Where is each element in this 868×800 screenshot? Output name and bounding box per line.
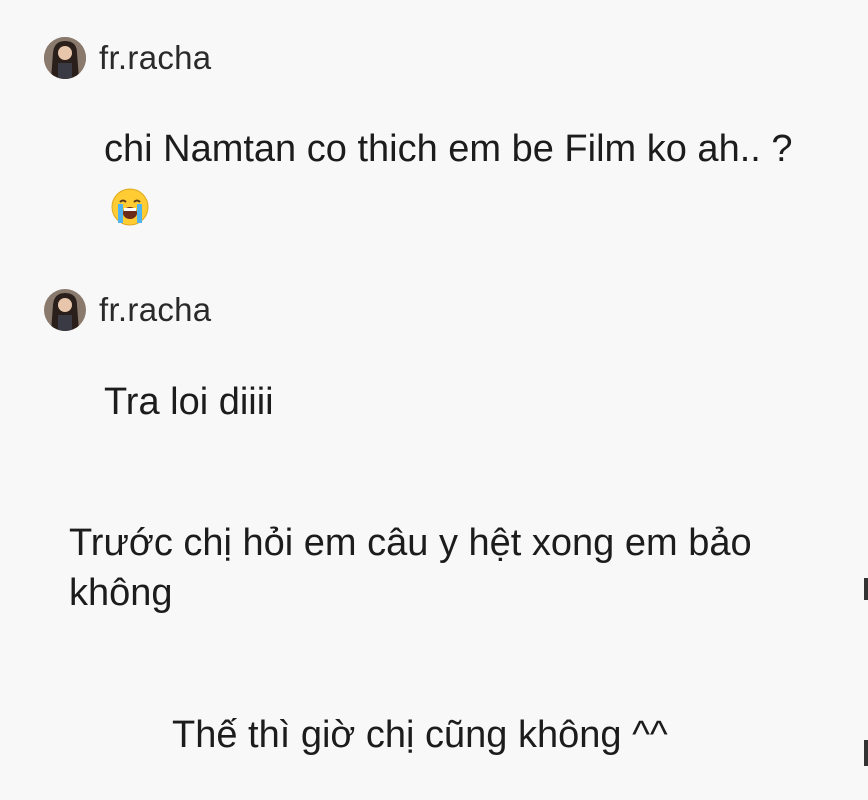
comment-1-body: chi Namtan co thich em be Film ko ah.. ? (104, 120, 824, 236)
reply-text-2: Thế thì giờ chị cũng không ^^ (172, 714, 668, 756)
loudly-crying-face-icon (110, 186, 150, 226)
comment-2-text: Tra loi diiii (104, 381, 274, 423)
user-avatar-icon (44, 289, 86, 331)
edge-mark (864, 578, 868, 600)
user-avatar-icon (44, 37, 86, 79)
edge-mark (864, 740, 868, 766)
comment-1-header: fr.racha (44, 37, 211, 79)
avatar[interactable] (44, 289, 86, 331)
comment-1-text: chi Namtan co thich em be Film ko ah.. ? (104, 128, 793, 170)
avatar[interactable] (44, 37, 86, 79)
comment-2-header: fr.racha (44, 289, 211, 331)
username[interactable]: fr.racha (99, 291, 211, 329)
reply-text: Trước chị hỏi em câu y hệt xong em bảo k… (69, 522, 752, 614)
username[interactable]: fr.racha (99, 39, 211, 77)
